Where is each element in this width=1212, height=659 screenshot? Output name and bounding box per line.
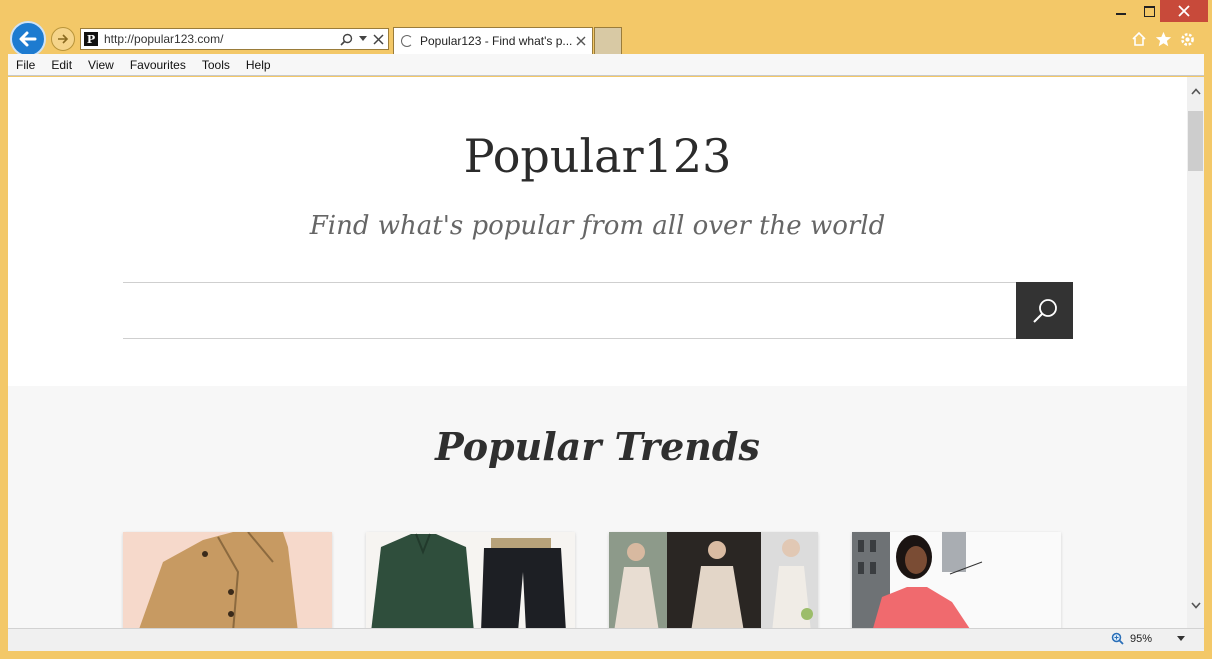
maximize-icon [1143, 5, 1155, 17]
arrow-right-icon [58, 34, 69, 44]
star-icon [1155, 31, 1171, 46]
chevron-up-icon [1190, 88, 1201, 95]
scroll-down-button[interactable] [1187, 597, 1204, 614]
zoom-level: 95% [1129, 632, 1152, 645]
pink-outfit-image [852, 532, 1061, 628]
vertical-scrollbar[interactable] [1187, 77, 1204, 628]
search-box [123, 282, 1073, 339]
chevron-down-icon [1190, 602, 1201, 609]
hero-section: Popular123 Find what's popular from all … [8, 77, 1187, 386]
site-logo[interactable]: Popular123 [8, 129, 1187, 183]
search-icon[interactable] [340, 33, 353, 46]
logo-text: Popular123 [463, 129, 732, 183]
arrow-left-icon [19, 31, 37, 47]
favourites-button[interactable] [1152, 28, 1174, 50]
close-icon [1178, 5, 1190, 17]
home-button[interactable] [1128, 28, 1150, 50]
site-tagline: Find what's popular from all over the wo… [309, 211, 886, 241]
gear-icon [1180, 32, 1194, 46]
browser-window: P http://popular123.com/ Popular123 - Fi… [0, 0, 1212, 659]
back-button[interactable] [10, 21, 46, 57]
url-text[interactable]: http://popular123.com/ [104, 32, 340, 46]
search-icon [1032, 298, 1057, 323]
tools-button[interactable] [1176, 28, 1198, 50]
trend-card-coat[interactable] [123, 532, 332, 628]
site-favicon-icon: P [84, 32, 98, 46]
forward-button[interactable] [51, 27, 75, 51]
outfit-image [366, 532, 575, 628]
dropdown-arrow-icon[interactable] [359, 36, 367, 42]
new-tab-button[interactable] [594, 27, 622, 54]
scroll-thumb[interactable] [1188, 111, 1203, 171]
address-bar[interactable]: P http://popular123.com/ [80, 28, 389, 50]
trend-card-outfit[interactable] [366, 532, 575, 628]
menu-edit[interactable]: Edit [43, 58, 80, 72]
search-button[interactable] [1016, 282, 1073, 339]
status-bar: 95% [8, 628, 1204, 651]
page-viewport: Popular123 Find what's popular from all … [8, 77, 1187, 628]
menu-view[interactable]: View [80, 58, 122, 72]
bridal-image [609, 532, 818, 628]
close-tab-icon[interactable] [576, 36, 586, 46]
minimize-icon [1116, 13, 1126, 15]
trend-card-pink[interactable] [852, 532, 1061, 628]
trend-card-bridal[interactable] [609, 532, 818, 628]
scroll-up-button[interactable] [1187, 83, 1204, 100]
dropdown-arrow-icon[interactable] [1176, 635, 1186, 642]
coat-image [123, 532, 332, 628]
zoom-control[interactable]: 95% [1111, 632, 1186, 645]
menu-favourites[interactable]: Favourites [122, 58, 194, 72]
tab-popular123[interactable]: Popular123 - Find what's p... [393, 27, 593, 54]
zoom-icon [1111, 632, 1124, 645]
tab-title: Popular123 - Find what's p... [420, 34, 573, 48]
section-title: Popular Trends [435, 424, 760, 469]
menu-bar: File Edit View Favourites Tools Help [8, 54, 1204, 76]
home-icon [1132, 31, 1146, 46]
search-input[interactable] [123, 283, 1016, 338]
stop-icon[interactable] [373, 33, 384, 45]
popular-trends-section: Popular Trends [8, 386, 1187, 628]
menu-help[interactable]: Help [238, 58, 279, 72]
loading-icon [401, 35, 413, 47]
menu-tools[interactable]: Tools [194, 58, 238, 72]
menu-file[interactable]: File [8, 58, 43, 72]
close-window-button[interactable] [1160, 0, 1208, 22]
